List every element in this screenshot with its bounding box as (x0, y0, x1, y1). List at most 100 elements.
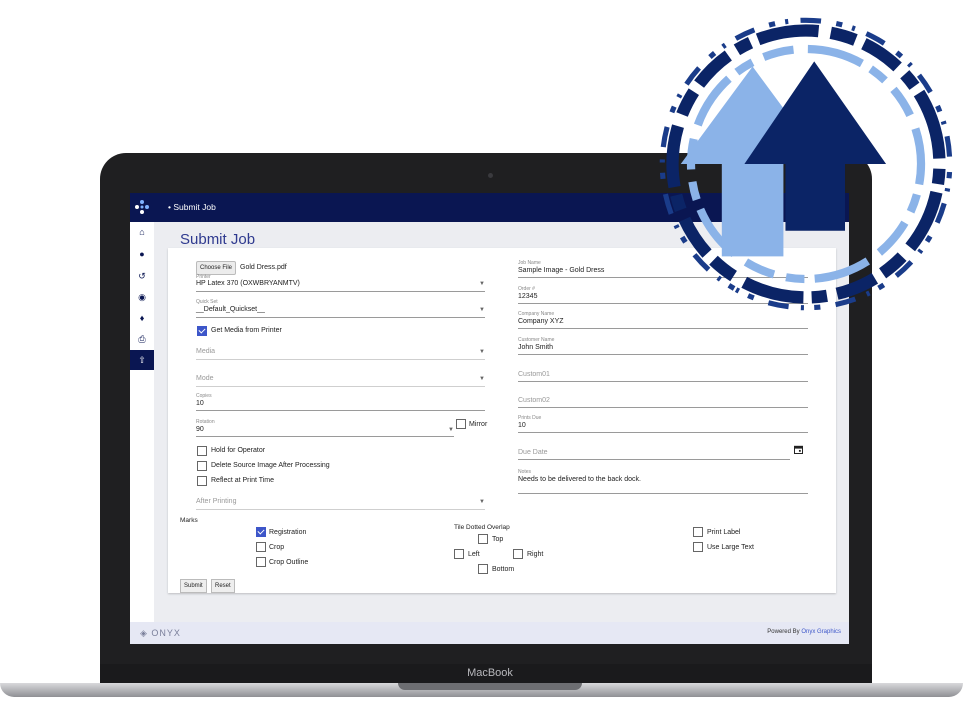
company-input[interactable]: Company XYZ (518, 318, 564, 325)
laptop-notch (398, 683, 582, 690)
customer-underline (518, 354, 808, 355)
tile-dotted-overlap-label: Tile Dotted Overlap (454, 524, 510, 531)
chevron-down-icon: ▼ (448, 427, 454, 433)
onyx-graphics-link[interactable]: Onyx Graphics (801, 629, 841, 635)
rotation-label: Rotation (196, 419, 215, 425)
quick-set-label: Quick Set (196, 299, 218, 305)
home-icon[interactable]: ⌂ (130, 222, 154, 242)
print-label-label: Print Label (707, 529, 741, 536)
reflect-checkbox[interactable] (197, 476, 207, 486)
media-select[interactable]: Media (196, 348, 215, 355)
custom02-underline (518, 407, 808, 408)
reset-button[interactable]: Reset (211, 579, 235, 593)
after-printing-underline (196, 509, 485, 510)
due-date-underline (518, 459, 790, 460)
sidebar: ⌂ ● ↺ ◉ ♦ ⎙ ⇧ (130, 222, 154, 622)
copies-underline (196, 410, 485, 411)
onyx-brand-text: ONYX (151, 628, 181, 638)
notes-textarea[interactable]: Needs to be delivered to the back dock. (518, 476, 641, 483)
history-icon[interactable]: ↺ (130, 266, 154, 286)
powered-prefix: Powered By (767, 629, 802, 635)
mode-underline (196, 386, 485, 387)
choose-file-button[interactable]: Choose File (196, 261, 237, 275)
network-icon[interactable]: ♦ (130, 308, 154, 328)
bottom-label: Bottom (492, 566, 515, 573)
upload-icon[interactable]: ⇧ (130, 350, 154, 370)
delete-source-checkbox[interactable] (197, 461, 207, 471)
bottom-checkbox[interactable] (478, 564, 488, 574)
top-checkbox[interactable] (478, 534, 488, 544)
get-media-checkbox[interactable] (197, 326, 207, 336)
breadcrumb[interactable]: • Submit Job (168, 202, 216, 212)
company-underline (518, 328, 808, 329)
job-name-label: Job Name (518, 260, 541, 266)
notes-underline (518, 493, 808, 494)
notes-label: Notes (518, 469, 532, 475)
mirror-checkbox[interactable] (456, 419, 466, 429)
footer: ◈ ONYX Powered By Onyx Graphics (130, 622, 849, 644)
right-checkbox[interactable] (513, 549, 523, 559)
quick-set-select[interactable]: __Default_Quickset__ (196, 306, 265, 313)
onyx-logo-icon (135, 200, 149, 214)
hold-for-operator-label: Hold for Operator (211, 447, 266, 454)
order-input[interactable]: 12345 (518, 293, 537, 300)
mode-select[interactable]: Mode (196, 375, 214, 382)
custom01-underline (518, 381, 808, 382)
copies-input[interactable]: 10 (196, 400, 204, 407)
job-name-input[interactable]: Sample Image - Gold Dress (518, 267, 604, 274)
crop-outline-label: Crop Outline (269, 559, 309, 566)
customer-label: Customer Name (518, 337, 555, 343)
camera-icon (488, 173, 493, 178)
due-date-input[interactable]: Due Date (518, 449, 548, 456)
page-title: Submit Job (180, 231, 256, 248)
reflect-label: Reflect at Print Time (211, 477, 275, 484)
calendar-icon[interactable] (794, 445, 803, 454)
chevron-down-icon: ▼ (479, 281, 485, 287)
marks-label: Marks (180, 517, 198, 524)
mirror-label: Mirror (469, 421, 488, 428)
chevron-down-icon: ▼ (479, 376, 485, 382)
registration-checkbox[interactable] (256, 527, 266, 537)
media-underline (196, 359, 485, 360)
prints-due-underline (518, 432, 808, 433)
printer-icon[interactable]: ⎙ (130, 329, 154, 349)
right-label: Right (527, 551, 544, 558)
file-name: Gold Dress.pdf (240, 264, 287, 271)
prints-due-label: Prints Due (518, 415, 542, 421)
registration-label: Registration (269, 529, 307, 536)
printer-select[interactable]: HP Latex 370 (OXWBRYANMTV) (196, 280, 300, 287)
submit-button[interactable]: Submit (180, 579, 207, 593)
onyx-brand: ◈ ONYX (140, 628, 181, 638)
chevron-down-icon: ▼ (479, 499, 485, 505)
prints-due-input[interactable]: 10 (518, 422, 526, 429)
chevron-down-icon: ▼ (479, 349, 485, 355)
use-large-text-label: Use Large Text (707, 544, 754, 551)
chevron-down-icon: ▼ (479, 307, 485, 313)
quick-set-underline (196, 317, 485, 318)
powered-by: Powered By Onyx Graphics (767, 629, 841, 635)
print-label-checkbox[interactable] (693, 527, 703, 537)
rotation-underline (196, 436, 454, 437)
customer-input[interactable]: John Smith (518, 344, 553, 351)
delete-source-label: Delete Source Image After Processing (211, 462, 330, 469)
custom02-input[interactable]: Custom02 (518, 397, 550, 404)
custom01-input[interactable]: Custom01 (518, 371, 550, 378)
printer-underline (196, 291, 485, 292)
upload-arrow-icon (659, 17, 953, 311)
left-label: Left (468, 551, 480, 558)
hold-for-operator-checkbox[interactable] (197, 446, 207, 456)
globe-icon[interactable]: ● (130, 244, 154, 264)
company-label: Company Name (518, 311, 555, 317)
crop-label: Crop (269, 544, 285, 551)
use-large-text-checkbox[interactable] (693, 542, 703, 552)
macbook-label: MacBook (467, 667, 513, 679)
rotation-select[interactable]: 90 (196, 426, 204, 433)
copies-label: Copies (196, 393, 212, 399)
palette-icon[interactable]: ◉ (130, 287, 154, 307)
crop-checkbox[interactable] (256, 542, 266, 552)
left-checkbox[interactable] (454, 549, 464, 559)
get-media-label: Get Media from Printer (211, 327, 282, 334)
after-printing-select[interactable]: After Printing (196, 498, 236, 505)
order-label: Order # (518, 286, 535, 292)
crop-outline-checkbox[interactable] (256, 557, 266, 567)
